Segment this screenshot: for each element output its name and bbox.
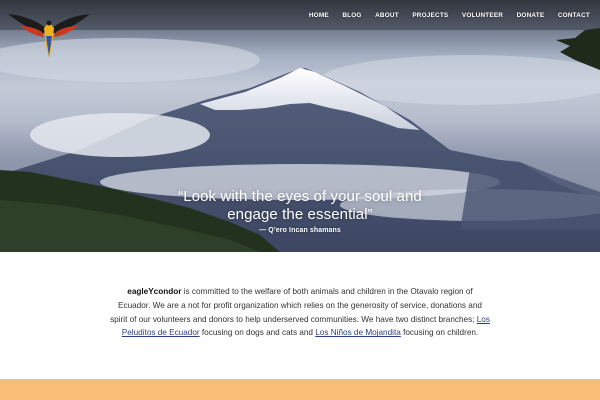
site-logo[interactable] xyxy=(6,6,92,62)
nav-projects[interactable]: PROJECTS xyxy=(412,12,448,19)
condor-logo-icon xyxy=(8,14,90,58)
nav-home[interactable]: HOME xyxy=(309,12,329,19)
link-los-ninos[interactable]: Los Niños de Mojandita xyxy=(315,328,401,337)
hero-banner: HOME BLOG ABOUT PROJECTS VOLUNTEER DONAT… xyxy=(0,0,600,252)
hero-quote: “Look with the eyes of your soul and eng… xyxy=(100,188,500,224)
brand-name: eagleYcondor xyxy=(127,287,182,296)
intro-text-2: focusing on dogs and cats and xyxy=(199,328,316,338)
intro-text-3: focusing on children. xyxy=(400,328,479,338)
nav-blog[interactable]: BLOG xyxy=(342,12,361,19)
hero-quote-line-1: “Look with the eyes of your soul and xyxy=(178,188,422,205)
nav-donate[interactable]: DONATE xyxy=(517,12,545,19)
hero-quote-attribution: — Q’ero Incan shamans xyxy=(259,227,341,234)
nav-volunteer[interactable]: VOLUNTEER xyxy=(462,12,503,19)
main-navigation: HOME BLOG ABOUT PROJECTS VOLUNTEER DONAT… xyxy=(295,12,590,19)
hero-quote-line-2: engage the essential” xyxy=(227,206,373,223)
accent-footer-band xyxy=(0,379,600,400)
nav-about[interactable]: ABOUT xyxy=(375,12,399,19)
nav-contact[interactable]: CONTACT xyxy=(558,12,590,19)
intro-paragraph: eagleYcondor is committed to the welfare… xyxy=(110,285,490,340)
